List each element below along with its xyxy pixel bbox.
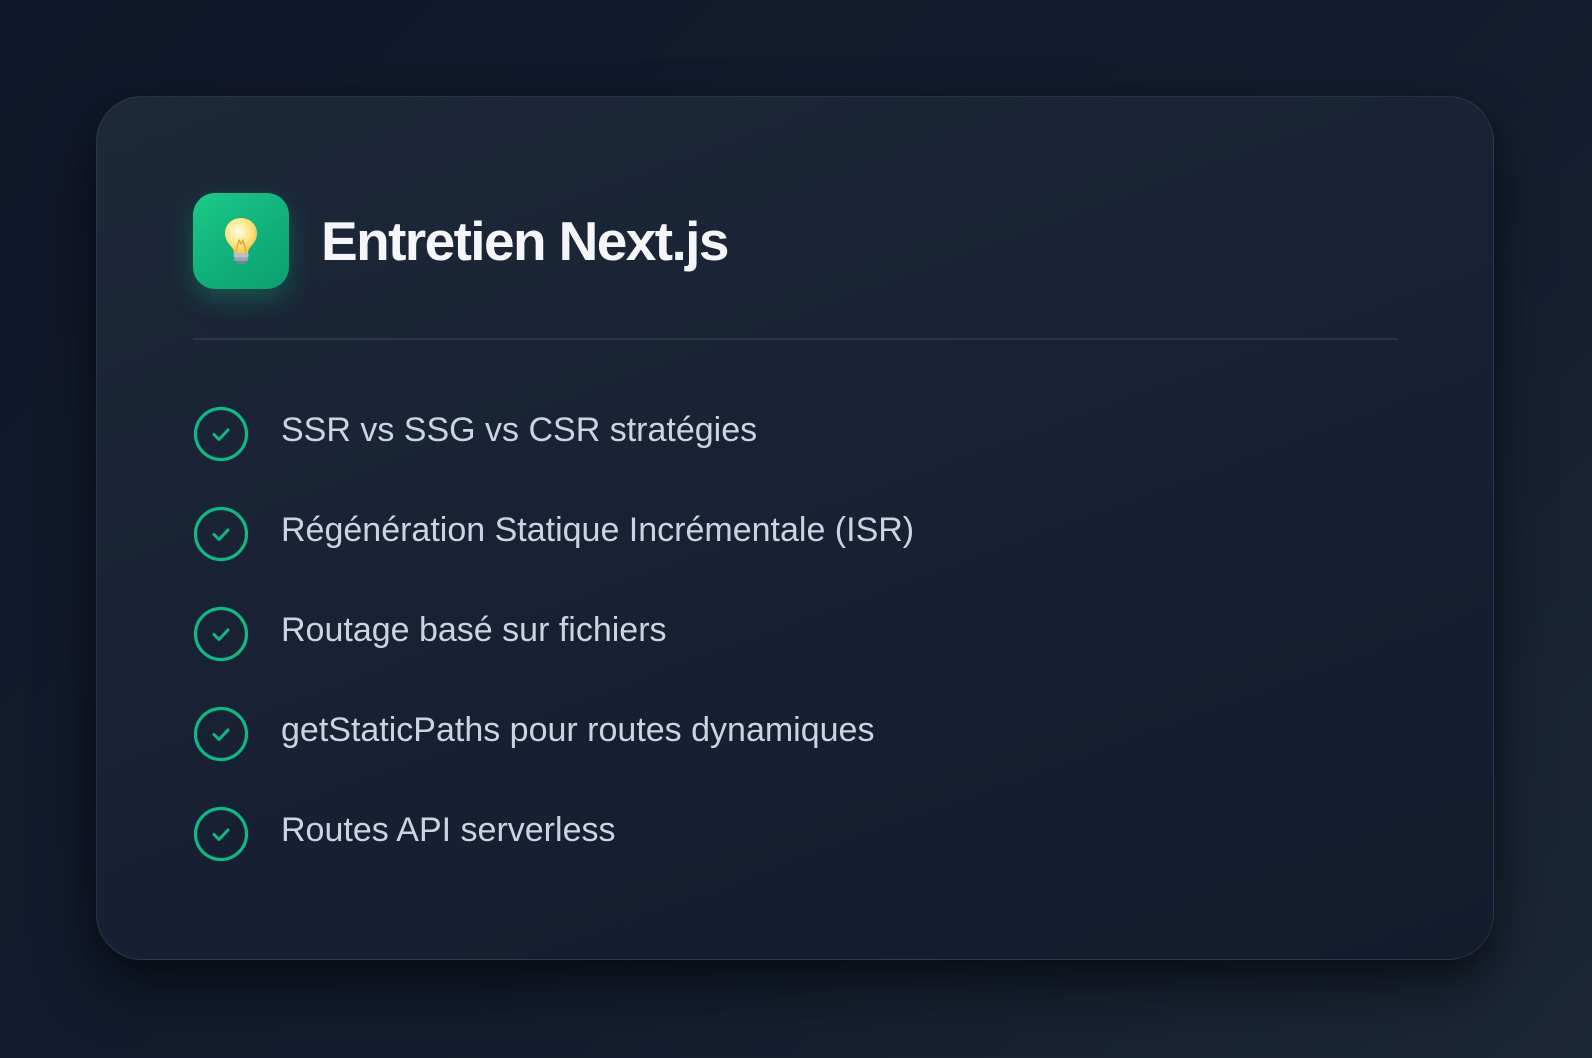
list-item: Régénération Statique Incrémentale (ISR): [193, 506, 914, 562]
list-item-label: Régénération Statique Incrémentale (ISR): [281, 511, 915, 549]
card-title: Entretien Next.js: [321, 209, 729, 272]
list-item: Routage basé sur fichiers: [193, 606, 914, 662]
list-item-label: Routes API serverless: [281, 811, 616, 849]
header-divider: [193, 338, 1398, 340]
list-item-label: Routage basé sur fichiers: [281, 611, 667, 649]
check-circle-icon: [193, 406, 249, 462]
check-circle-icon: [193, 706, 249, 762]
list-item: SSR vs SSG vs CSR stratégies: [193, 406, 914, 462]
check-circle-icon: [193, 806, 249, 862]
logo-tile: [193, 193, 289, 289]
feature-list: SSR vs SSG vs CSR stratégies Régénératio…: [193, 406, 914, 906]
list-item-label: getStaticPaths pour routes dynamiques: [281, 711, 875, 749]
lightbulb-icon: [225, 218, 257, 264]
list-item: getStaticPaths pour routes dynamiques: [193, 706, 914, 762]
checklist-card: Entretien Next.js SSR vs SSG vs CSR stra…: [96, 96, 1494, 960]
check-circle-icon: [193, 506, 249, 562]
list-item: Routes API serverless: [193, 806, 914, 862]
card-header: Entretien Next.js: [193, 193, 729, 289]
list-item-label: SSR vs SSG vs CSR stratégies: [281, 411, 758, 449]
check-circle-icon: [193, 606, 249, 662]
